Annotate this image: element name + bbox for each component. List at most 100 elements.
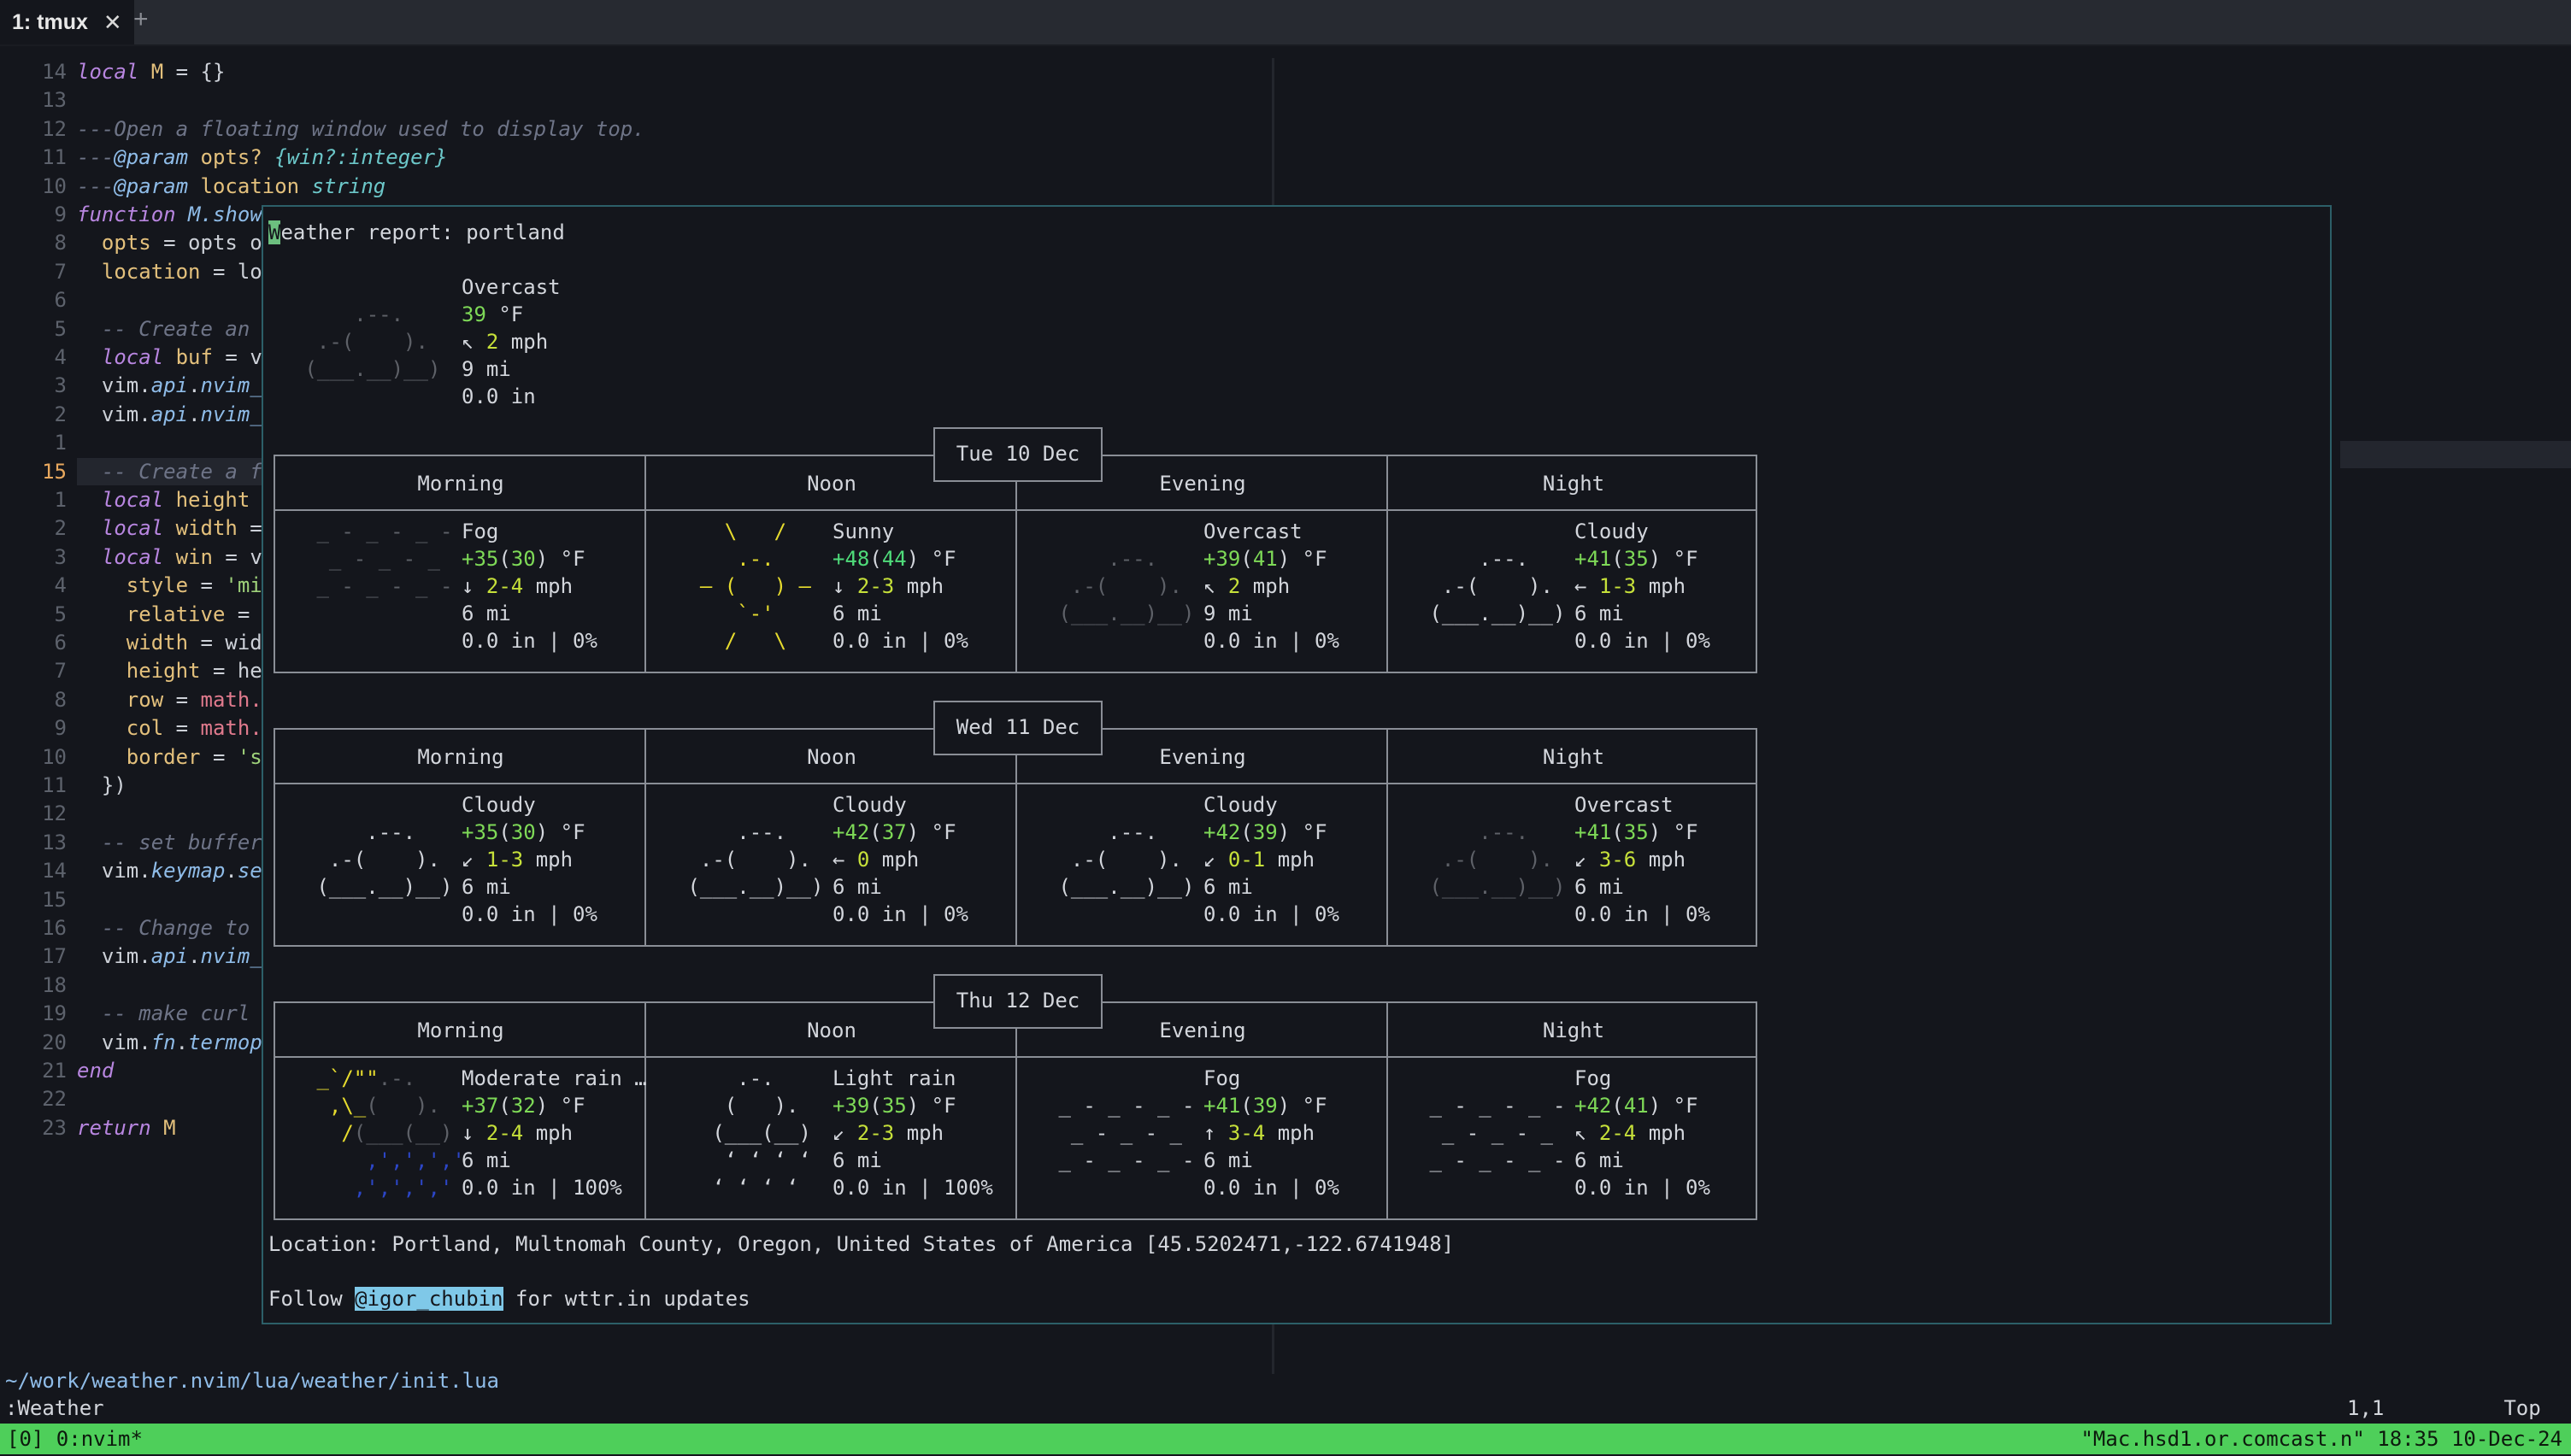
code-line[interactable]: 13 xyxy=(0,86,77,114)
code-line[interactable]: 12 xyxy=(0,800,77,827)
code-line[interactable]: 11 ---@param opts? {win?:integer} xyxy=(0,144,447,171)
weather-value: ) °F xyxy=(535,547,585,571)
code-line[interactable]: 15 xyxy=(0,886,77,913)
code-token: fn xyxy=(150,1030,176,1054)
art-segment: ,',',',' xyxy=(304,1176,453,1200)
line-number: 13 xyxy=(42,830,67,854)
code-token: = {} xyxy=(163,60,226,84)
code-line[interactable]: 9 function M.show xyxy=(0,201,262,228)
code-line[interactable]: 3 local win = v xyxy=(0,543,262,571)
weather-value: Cloudy xyxy=(1574,520,1649,543)
tmux-window-list[interactable]: [0] 0:nvim* xyxy=(7,1424,143,1454)
code-line[interactable]: 14 local M = {} xyxy=(0,58,225,85)
code-line[interactable]: 2 local width = xyxy=(0,514,262,542)
code-line[interactable]: 7 height = he xyxy=(0,657,262,684)
weather-value: 9 mi xyxy=(462,357,511,381)
code-token: border xyxy=(126,744,201,769)
code-line[interactable]: 23 return M xyxy=(0,1114,176,1142)
code-line[interactable]: 6 width = wid xyxy=(0,629,262,656)
code-token: width xyxy=(126,631,189,655)
line-number: 8 xyxy=(54,687,67,712)
new-tab-button[interactable]: + xyxy=(133,5,149,34)
forecast-date-label: Tue 10 Dec xyxy=(933,427,1103,482)
line-number: 7 xyxy=(54,659,67,684)
code-line[interactable]: 12 ---Open a floating window used to disp… xyxy=(0,115,645,143)
code-line[interactable]: 20 vim.fn.termop xyxy=(0,1029,262,1056)
tmux-status-right: "Mac.hsd1.or.comcast.n" 18:35 10-Dec-24 xyxy=(2080,1427,2562,1451)
code-line[interactable]: 8 row = math. xyxy=(0,686,262,713)
command-line[interactable]: :Weather xyxy=(5,1394,104,1422)
weather-value: ( xyxy=(1240,547,1253,571)
current-weather-art: .--. xyxy=(292,302,453,326)
code-line[interactable]: 18 xyxy=(0,972,77,999)
weather-value: Overcast xyxy=(462,275,561,299)
code-token: nvim_ xyxy=(200,402,262,426)
text-cursor: W xyxy=(268,220,281,244)
code-token: opts? xyxy=(200,145,262,170)
forecast-period-cell: .--. .-( ). (___.__)__) Overcast +41(35) °… xyxy=(1388,791,1759,936)
weather-value: ↙ xyxy=(462,848,486,872)
code-line[interactable]: 8 opts = opts o xyxy=(0,229,262,256)
code-line[interactable]: 9 col = math. xyxy=(0,714,262,742)
weather-ascii-art: .--. .-( ). (___.__)__) xyxy=(1417,518,1565,655)
code-token: vim. xyxy=(77,1030,151,1054)
code-line[interactable]: 13 -- set buffer xyxy=(0,829,262,856)
code-line[interactable]: 22 xyxy=(0,1085,77,1113)
art-segment: _ - _ - _ - xyxy=(1046,1094,1195,1118)
art-segment: (___.__)__) xyxy=(304,875,453,899)
weather-float-window[interactable]: Weather report: portland .--. .-( ). (__… xyxy=(262,205,2332,1324)
code-line[interactable]: 3 vim.api.nvim_ xyxy=(0,372,262,399)
tab-title: 1: tmux xyxy=(12,9,88,34)
weather-value: 2-4 xyxy=(485,1121,524,1145)
forecast-period-cell: .--. .-( ). (___.__)__) Overcast +39(41) °… xyxy=(1017,518,1388,663)
weather-details: Moderate rain … +37(32) °F ↓ 2-4 mph 6 mi 0.… xyxy=(462,1065,647,1201)
code-line[interactable]: 19 -- make curl xyxy=(0,1000,250,1027)
weather-value: ) °F xyxy=(1648,820,1698,844)
code-token: keymap xyxy=(150,859,226,884)
line-number: 3 xyxy=(54,373,67,398)
forecast-day-table: Morning _`/"".-. ,\_( ). /(___(__) ,',',… xyxy=(274,1001,1757,1220)
weather-value: mph xyxy=(1636,1121,1686,1145)
weather-value: 0.0 in | 0% xyxy=(1574,902,1710,926)
code-token: local xyxy=(101,544,176,569)
code-line[interactable]: 16 -- Change to xyxy=(0,914,250,942)
twitter-handle-link[interactable]: @igor_chubin xyxy=(355,1287,503,1311)
code-line[interactable]: 5 -- Create an xyxy=(0,315,250,343)
code-line[interactable]: 2 vim.api.nvim_ xyxy=(0,401,262,428)
tab-tmux[interactable]: 1: tmux ✕ xyxy=(0,0,134,44)
code-line[interactable]: 1 xyxy=(0,429,77,456)
weather-value: ↖ xyxy=(1574,1121,1599,1145)
art-segment: (___(__) xyxy=(675,1121,824,1145)
weather-value: ↓ xyxy=(462,574,486,598)
weather-value: 0.0 in | 0% xyxy=(1203,1176,1339,1200)
weather-value: 3-4 xyxy=(1227,1121,1266,1145)
code-line[interactable]: 10 ---@param location string xyxy=(0,173,385,200)
weather-value: Overcast xyxy=(1574,793,1674,817)
weather-value: ( xyxy=(1611,820,1624,844)
weather-value: 0.0 in | 0% xyxy=(1203,629,1339,653)
code-line[interactable]: 17 vim.api.nvim_ xyxy=(0,942,262,970)
code-line[interactable]: 4 style = 'mi xyxy=(0,572,262,599)
line-number: 19 xyxy=(42,1001,67,1026)
code-token: M.show xyxy=(188,203,262,226)
code-line[interactable]: 7 location = lo xyxy=(0,258,262,285)
code-line[interactable]: 1 local height xyxy=(0,486,250,514)
code-line[interactable]: 5 relative = xyxy=(0,601,250,628)
code-line[interactable]: 15 -- Create a f xyxy=(0,458,262,485)
code-line[interactable]: 6 xyxy=(0,286,77,314)
weather-ascii-art: .--. .-( ). (___.__)__) xyxy=(1046,518,1194,655)
code-line[interactable]: 10 border = 's xyxy=(0,743,262,771)
code-line[interactable]: 14 vim.keymap.se xyxy=(0,857,262,884)
weather-value: Cloudy xyxy=(462,793,536,817)
code-token: = v xyxy=(212,345,262,369)
tab-close-icon[interactable]: ✕ xyxy=(103,9,122,36)
code-line[interactable]: 4 local buf = v xyxy=(0,343,262,371)
code-token: = xyxy=(188,573,226,598)
code-line[interactable]: 21 end xyxy=(0,1057,114,1084)
cursorline-right-pane xyxy=(2340,441,2571,468)
code-line[interactable]: 11 }) xyxy=(0,772,126,799)
